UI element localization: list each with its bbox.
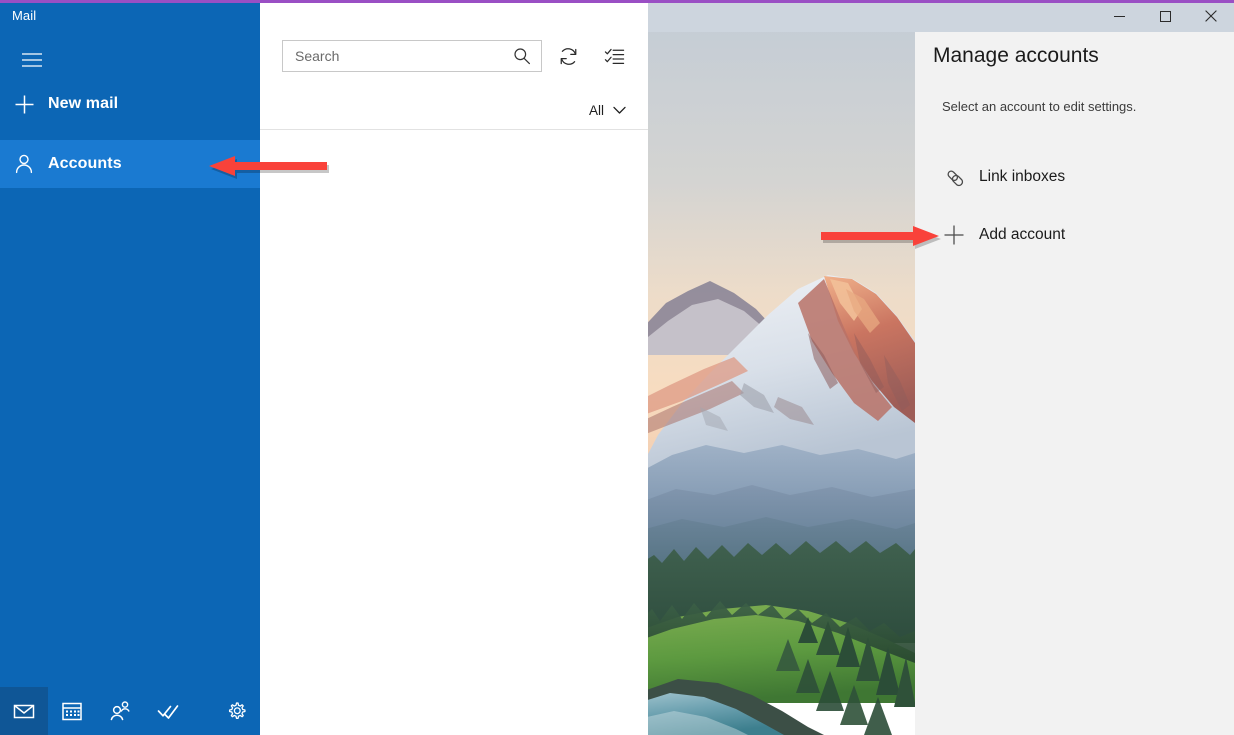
message-list-pane: All bbox=[260, 3, 648, 735]
selection-mode-icon bbox=[604, 48, 624, 64]
plus-icon bbox=[929, 223, 979, 247]
maximize-button[interactable] bbox=[1142, 0, 1188, 32]
background-photo bbox=[648, 3, 915, 735]
app-title: Mail bbox=[12, 8, 37, 23]
filter-all-button[interactable]: All bbox=[583, 99, 632, 122]
page-title: Manage accounts bbox=[933, 44, 1099, 67]
minimize-button[interactable] bbox=[1096, 0, 1142, 32]
pane-subtitle: Select an account to edit settings. bbox=[942, 99, 1137, 114]
sidebar-item-accounts[interactable]: Accounts bbox=[0, 140, 260, 188]
filter-row: All bbox=[260, 95, 648, 125]
search-button[interactable] bbox=[505, 41, 539, 71]
search-toolbar bbox=[282, 38, 634, 74]
search-icon bbox=[514, 48, 530, 65]
maximize-icon bbox=[1159, 10, 1171, 22]
mail-icon bbox=[13, 704, 35, 719]
calendar-icon bbox=[62, 702, 82, 721]
app-switcher-bar bbox=[0, 687, 260, 735]
close-icon bbox=[1205, 10, 1217, 22]
sync-button[interactable] bbox=[548, 38, 588, 74]
sidebar-item-new-mail[interactable]: New mail bbox=[0, 80, 260, 128]
app-switch-calendar-button[interactable] bbox=[48, 687, 96, 735]
gear-icon bbox=[228, 701, 246, 719]
close-button[interactable] bbox=[1188, 0, 1234, 32]
hamburger-menu-button[interactable] bbox=[8, 40, 56, 80]
app-switch-mail-button[interactable] bbox=[0, 687, 48, 735]
manage-accounts-pane: Manage accounts Select an account to edi… bbox=[915, 32, 1234, 735]
app-switch-todo-button[interactable] bbox=[144, 687, 192, 735]
search-box[interactable] bbox=[282, 40, 542, 72]
app-switch-people-button[interactable] bbox=[96, 687, 144, 735]
plus-icon bbox=[0, 94, 48, 115]
people-icon bbox=[110, 701, 130, 721]
window-accent-line bbox=[0, 0, 1234, 3]
chevron-down-icon bbox=[613, 106, 626, 114]
list-divider bbox=[260, 129, 648, 130]
navigation-sidebar: Mail New mail Accounts bbox=[0, 0, 260, 735]
sidebar-item-label-new-mail: New mail bbox=[48, 95, 119, 112]
sidebar-item-label-accounts: Accounts bbox=[48, 155, 122, 172]
refresh-icon bbox=[560, 47, 576, 65]
link-inboxes-label: Link inboxes bbox=[979, 168, 1066, 185]
add-account-button[interactable]: Add account bbox=[929, 213, 1221, 257]
person-icon bbox=[0, 153, 48, 175]
app-switch-settings-button[interactable] bbox=[212, 687, 260, 735]
minimize-icon bbox=[1113, 15, 1125, 17]
add-account-label: Add account bbox=[979, 226, 1066, 243]
search-input[interactable] bbox=[283, 41, 505, 71]
window-titlebar bbox=[648, 0, 1234, 32]
link-inboxes-button[interactable]: Link inboxes bbox=[929, 155, 1221, 199]
filter-label: All bbox=[588, 102, 604, 118]
selection-mode-button[interactable] bbox=[594, 38, 634, 74]
mountain-landscape-image bbox=[648, 3, 915, 735]
mail-app-window: All Mail New mail bbox=[0, 0, 1234, 735]
todo-check-icon bbox=[157, 705, 179, 719]
link-icon bbox=[929, 166, 979, 189]
hamburger-icon bbox=[22, 53, 42, 67]
